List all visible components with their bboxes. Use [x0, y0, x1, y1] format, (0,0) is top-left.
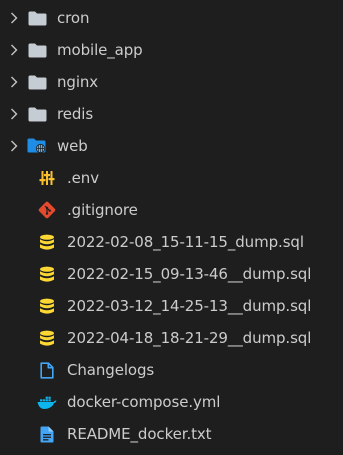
folder-row-nginx[interactable]: nginx — [0, 66, 343, 98]
text-file-icon — [37, 425, 57, 443]
file-explorer-tree: cron mobile_app nginx redis web .env .gi… — [0, 0, 343, 455]
folder-row-web[interactable]: web — [0, 130, 343, 162]
file-row-changelogs[interactable]: Changelogs — [0, 354, 343, 386]
document-icon — [37, 361, 57, 379]
file-row-dump-sql-2[interactable]: 2022-02-15_09-13-46__dump.sql — [0, 258, 343, 290]
folder-row-cron[interactable]: cron — [0, 2, 343, 34]
folder-icon — [27, 9, 47, 27]
file-label: 2022-04-18_18-21-29__dump.sql — [67, 329, 312, 347]
chevron-right-icon[interactable] — [9, 76, 18, 88]
file-label: 2022-03-12_14-25-13__dump.sql — [67, 297, 312, 315]
database-icon — [37, 297, 57, 315]
folder-label: nginx — [57, 73, 99, 91]
web-folder-icon — [27, 137, 47, 155]
git-icon — [37, 201, 57, 219]
chevron-right-icon[interactable] — [9, 44, 18, 56]
file-label: docker-compose.yml — [67, 393, 221, 411]
file-row-dump-sql-4[interactable]: 2022-04-18_18-21-29__dump.sql — [0, 322, 343, 354]
database-icon — [37, 329, 57, 347]
file-label: .env — [67, 169, 99, 187]
folder-label: web — [57, 137, 88, 155]
docker-icon — [37, 393, 57, 411]
folder-label: mobile_app — [57, 41, 143, 59]
file-row-readme-docker[interactable]: README_docker.txt — [0, 418, 343, 450]
file-row-dump-sql-3[interactable]: 2022-03-12_14-25-13__dump.sql — [0, 290, 343, 322]
env-settings-icon — [37, 169, 57, 187]
database-icon — [37, 233, 57, 251]
folder-icon — [27, 73, 47, 91]
folder-label: cron — [57, 9, 90, 27]
file-row-gitignore[interactable]: .gitignore — [0, 194, 343, 226]
chevron-right-icon[interactable] — [9, 140, 18, 152]
file-label: 2022-02-15_09-13-46__dump.sql — [67, 265, 312, 283]
folder-row-redis[interactable]: redis — [0, 98, 343, 130]
file-label: .gitignore — [67, 201, 138, 219]
file-row-docker-compose[interactable]: docker-compose.yml — [0, 386, 343, 418]
database-icon — [37, 265, 57, 283]
folder-row-mobile-app[interactable]: mobile_app — [0, 34, 343, 66]
file-label: 2022-02-08_15-11-15_dump.sql — [67, 233, 304, 251]
folder-icon — [27, 105, 47, 123]
file-row-dump-sql-1[interactable]: 2022-02-08_15-11-15_dump.sql — [0, 226, 343, 258]
file-label: README_docker.txt — [67, 425, 212, 443]
file-row-env[interactable]: .env — [0, 162, 343, 194]
chevron-right-icon[interactable] — [9, 12, 18, 24]
folder-icon — [27, 41, 47, 59]
folder-label: redis — [57, 105, 94, 123]
chevron-right-icon[interactable] — [9, 108, 18, 120]
file-label: Changelogs — [67, 361, 155, 379]
